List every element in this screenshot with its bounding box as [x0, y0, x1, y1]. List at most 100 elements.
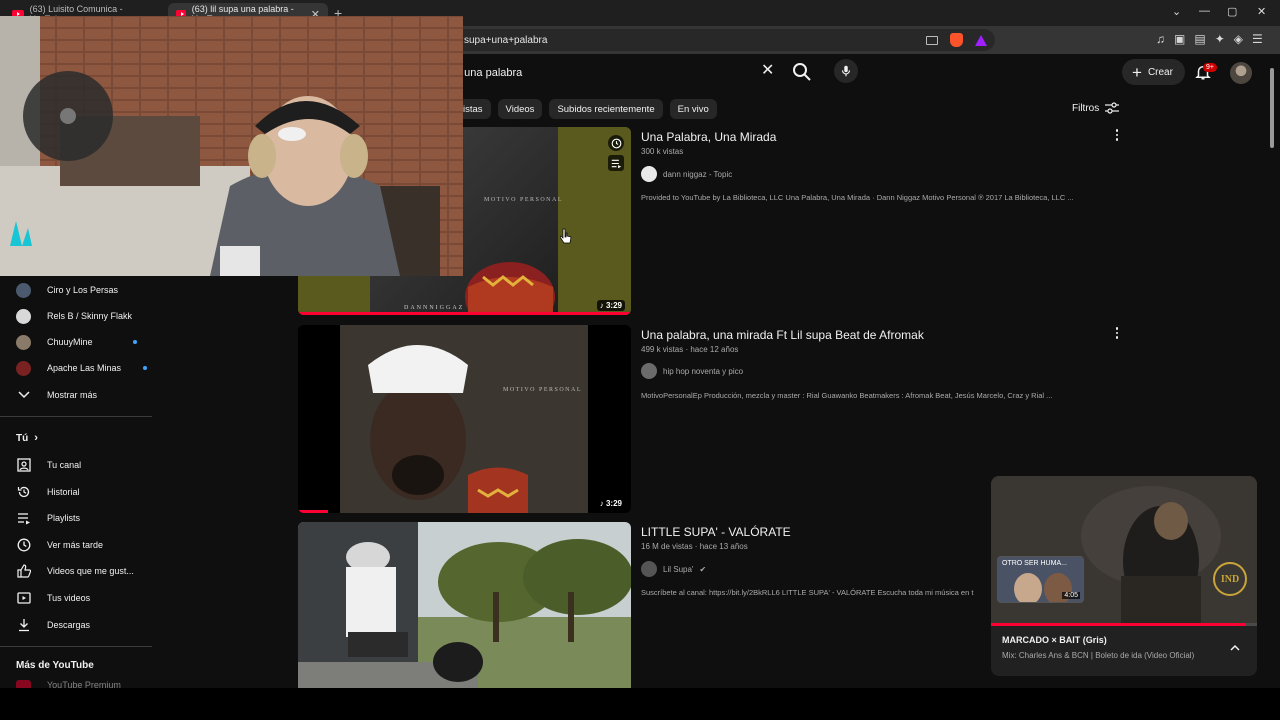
chip-recent[interactable]: Subidos recientemente — [549, 99, 663, 119]
filters-button[interactable]: Filtros — [1072, 102, 1120, 114]
tab-search-chevron-icon[interactable]: ⌄ — [1172, 5, 1181, 18]
street-scene-image — [298, 522, 631, 688]
sidebar-item-label: Playlists — [47, 513, 81, 523]
sidebar-item-playlists[interactable]: Playlists — [16, 508, 80, 528]
sidebar-item-label: ChuuyMine — [47, 337, 93, 347]
thumbnail-title-text: MOTIVO PERSONAL — [503, 387, 583, 393]
preview-card[interactable]: OTRO SER HUMA... 4:05 — [997, 556, 1084, 603]
channel-link[interactable]: hip hop noventa y pico — [641, 363, 743, 379]
leo-icon[interactable]: ✦ — [1215, 32, 1225, 46]
wallet-icon[interactable]: ▤ — [1194, 32, 1205, 46]
filters-sliders-icon — [1105, 102, 1120, 114]
sidebar-item-your-channel[interactable]: Tu canal — [16, 455, 81, 475]
new-content-dot — [143, 366, 148, 370]
create-button[interactable]: + Crear — [1122, 59, 1185, 85]
sidebar-item-history[interactable]: Historial — [16, 482, 80, 502]
search-query: a una palabra — [455, 67, 523, 79]
channel-avatar — [641, 363, 657, 379]
channel-name: dann niggaz - Topic — [663, 169, 733, 179]
minimize-icon[interactable]: — — [1199, 5, 1210, 17]
more-heading-label: Más de YouTube — [16, 660, 94, 671]
chevron-up-icon[interactable] — [1229, 642, 1241, 654]
channel-avatar — [16, 360, 31, 376]
sidebar-item-label: Tu canal — [47, 460, 82, 470]
watch-later-icon[interactable] — [608, 135, 624, 151]
divider — [0, 646, 152, 647]
more-actions-icon[interactable] — [1113, 128, 1121, 142]
album-art — [298, 325, 631, 513]
video-thumbnail[interactable]: MOTIVO PERSONAL ♪ 3:29 — [298, 325, 631, 513]
like-icon — [16, 564, 31, 579]
vpn-icon[interactable]: ◈ — [1234, 32, 1243, 46]
add-to-queue-icon[interactable] — [608, 155, 624, 171]
mini-player-progress[interactable] — [991, 623, 1257, 626]
you-section-heading[interactable]: Tú › — [16, 432, 38, 444]
sidebar-sub-chuuymine[interactable]: ChuuyMine — [16, 332, 137, 352]
thumbnail-title-text: MOTIVO PERSONAL — [484, 197, 564, 203]
microphone-icon — [841, 65, 851, 77]
sidebar-sub-rels-b[interactable]: Rels B / Skinny Flakk — [16, 306, 132, 326]
video-title[interactable]: Una palabra, una mirada Ft Lil supa Beat… — [641, 328, 924, 342]
scrollbar-thumb[interactable] — [1270, 68, 1274, 148]
video-title[interactable]: Una Palabra, Una Mirada — [641, 130, 776, 144]
video-title[interactable]: LITTLE SUPA' - VALÓRATE — [641, 525, 791, 539]
duration-badge: ♪ 3:29 — [596, 300, 625, 311]
mini-player-video[interactable]: OTRO SER HUMA... 4:05 IND — [991, 476, 1257, 626]
more-actions-icon[interactable] — [1113, 326, 1121, 340]
duration-text: 3:29 — [605, 499, 622, 508]
taskbar-strip — [0, 688, 1280, 720]
filters-label: Filtros — [1072, 102, 1100, 114]
sidebar-item-label: Apache Las Minas — [47, 363, 122, 373]
music-icon[interactable]: ♫ — [1156, 32, 1165, 46]
mini-player[interactable]: OTRO SER HUMA... 4:05 IND MARCADO × BAIT… — [991, 476, 1257, 676]
sidebar-item-label: Descargas — [47, 620, 91, 630]
voice-search-button[interactable] — [834, 59, 858, 83]
bat-rewards-icon[interactable] — [975, 34, 987, 46]
sidebar-sub-apache[interactable]: Apache Las Minas — [16, 358, 148, 378]
sidebar-item-label: Mostrar más — [47, 390, 98, 400]
sidebar-item-label: Rels B / Skinny Flakk — [47, 311, 133, 321]
watch-progress-bar — [298, 510, 328, 513]
address-bar[interactable]: supa+una+palabra — [440, 29, 995, 51]
sidebar-item-label: Ciro y Los Persas — [47, 285, 119, 295]
channel-link[interactable]: Lil Supa' ✔ — [641, 561, 706, 577]
screen: (63) Luisito Comunica - YouTube (63) lil… — [0, 0, 1280, 720]
sidebar-item-liked-videos[interactable]: Videos que me gust... — [16, 561, 134, 581]
history-icon — [16, 485, 31, 500]
sidebar-item-downloads[interactable]: Descargas — [16, 615, 90, 635]
channel-avatar — [641, 166, 657, 182]
channel-name: hip hop noventa y pico — [663, 366, 744, 376]
mouse-pointer-hand-icon — [560, 228, 572, 244]
account-avatar[interactable] — [1230, 62, 1252, 84]
cast-icon[interactable] — [926, 35, 938, 45]
clear-search-icon[interactable]: ✕ — [761, 63, 774, 79]
channel-icon — [16, 458, 31, 473]
duration-badge: ♪ 3:29 — [596, 498, 625, 509]
menu-icon[interactable]: ☰ — [1252, 32, 1263, 46]
plus-icon: + — [1132, 62, 1142, 82]
sidebar-icon[interactable]: ▣ — [1174, 32, 1185, 46]
video-meta: 300 k vistas — [641, 147, 684, 156]
mini-player-progress-fill — [991, 623, 1247, 626]
mini-player-subtitle: Mix: Charles Ans & BCN | Boleto de ida (… — [1002, 651, 1195, 660]
video-thumbnail[interactable] — [298, 522, 631, 688]
channel-link[interactable]: dann niggaz - Topic — [641, 166, 732, 182]
mini-player-frame-image — [991, 476, 1257, 626]
chip-videos[interactable]: Videos — [497, 99, 543, 119]
video-meta: 499 k vistas · hace 12 años — [641, 345, 739, 354]
sidebar-item-watch-later[interactable]: Ver más tarde — [16, 535, 103, 555]
sidebar-show-more[interactable]: Mostrar más — [16, 385, 97, 405]
sidebar-item-your-videos[interactable]: Tus videos — [16, 588, 90, 608]
sidebar-item-label: Ver más tarde — [47, 540, 104, 550]
video-meta: 16 M de vistas · hace 13 años — [641, 542, 748, 551]
search-input[interactable]: a una palabra — [455, 60, 785, 86]
notification-badge: 9+ — [1203, 63, 1217, 72]
page-scrollbar[interactable] — [1268, 58, 1276, 688]
chip-live[interactable]: En vivo — [669, 99, 717, 119]
maximize-icon[interactable]: ▢ — [1227, 5, 1237, 18]
sidebar-sub-ciro[interactable]: Ciro y Los Persas — [16, 280, 118, 300]
search-icon[interactable] — [790, 60, 814, 84]
close-window-icon[interactable]: ✕ — [1257, 5, 1266, 18]
you-heading-label: Tú — [16, 432, 29, 444]
brave-shield-icon[interactable] — [950, 33, 963, 47]
